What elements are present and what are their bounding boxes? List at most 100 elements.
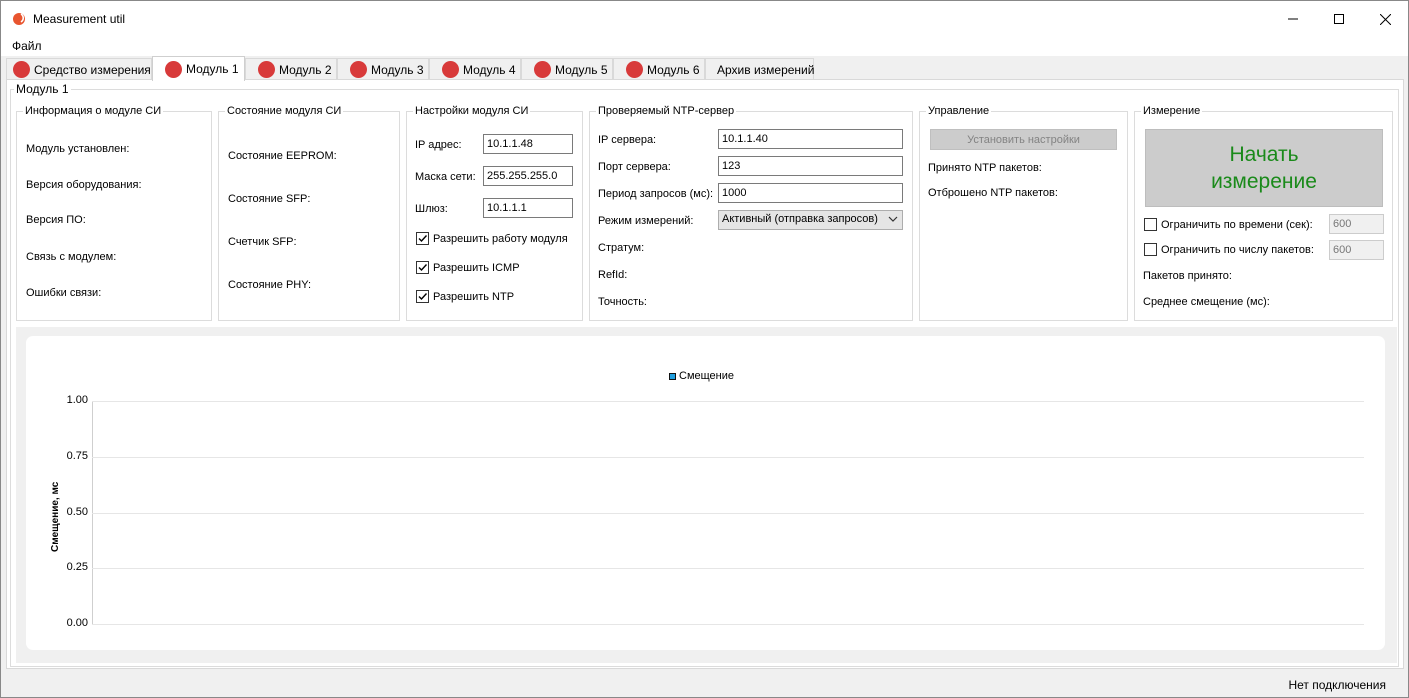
group-title: Управление bbox=[926, 105, 992, 117]
label-server-port: Порт сервера: bbox=[598, 161, 671, 173]
maximize-icon bbox=[1334, 14, 1344, 24]
enable-ntp-checkbox[interactable]: Разрешить NTP bbox=[416, 290, 514, 303]
y-tick-label: 1.00 bbox=[66, 394, 88, 406]
checkbox-label: Разрешить работу модуля bbox=[433, 232, 568, 245]
y-tick-label: 0.00 bbox=[66, 617, 88, 629]
group-control: Управление Установить настройки Принято … bbox=[919, 105, 1128, 321]
label-ntp-dropped: Отброшено NTP пакетов: bbox=[928, 187, 1058, 199]
apply-settings-button[interactable]: Установить настройки bbox=[930, 129, 1117, 150]
server-ip-input[interactable] bbox=[718, 129, 903, 149]
label-stratum: Стратум: bbox=[598, 242, 645, 254]
title-bar[interactable]: Measurement util bbox=[1, 1, 1408, 37]
label-server-ip: IP сервера: bbox=[598, 134, 657, 146]
chart-area: Смещение Смещение, мс 1.00 0.75 0.50 0.25 0.… bbox=[16, 327, 1397, 663]
netmask-input[interactable] bbox=[483, 166, 573, 186]
start-measurement-button[interactable]: Начать измерение bbox=[1145, 129, 1383, 207]
label-ip: IP адрес: bbox=[415, 139, 462, 151]
status-dot-icon bbox=[13, 61, 30, 78]
group-module-settings: Настройки модуля СИ IP адрес: Маска сети… bbox=[406, 105, 583, 321]
enable-module-checkbox[interactable]: Разрешить работу модуля bbox=[416, 232, 568, 245]
tab-measurement-archive[interactable]: Архив измерений bbox=[705, 58, 814, 80]
status-dot-icon bbox=[626, 61, 643, 78]
group-title: Состояние модуля СИ bbox=[225, 105, 344, 117]
checkbox-box[interactable] bbox=[1144, 218, 1157, 231]
app-logo-icon bbox=[13, 13, 25, 25]
label-mask: Маска сети: bbox=[415, 171, 476, 183]
gridline bbox=[92, 401, 1364, 402]
checkbox-box[interactable] bbox=[1144, 243, 1157, 256]
checkbox-box[interactable] bbox=[416, 232, 429, 245]
status-bar: Нет подключения bbox=[1, 672, 1408, 697]
tab-module-2[interactable]: Модуль 2 bbox=[245, 58, 337, 80]
limit-time-checkbox[interactable]: Ограничить по времени (сек): bbox=[1144, 218, 1313, 231]
tab-label: Модуль 4 bbox=[463, 62, 516, 77]
status-dot-icon bbox=[350, 61, 367, 78]
status-dot-icon bbox=[258, 61, 275, 78]
tab-label: Модуль 3 bbox=[371, 62, 424, 77]
tab-module-6[interactable]: Модуль 6 bbox=[613, 58, 705, 80]
status-dot-icon bbox=[534, 61, 551, 78]
checkbox-label: Разрешить NTP bbox=[433, 290, 515, 303]
label-refid: RefId: bbox=[598, 269, 628, 281]
gridline bbox=[92, 568, 1364, 570]
tab-module-5[interactable]: Модуль 5 bbox=[521, 58, 613, 80]
gridline bbox=[92, 624, 1364, 625]
status-dot-icon bbox=[442, 61, 459, 78]
request-period-input[interactable] bbox=[718, 183, 903, 203]
maximize-button[interactable] bbox=[1316, 1, 1362, 37]
tab-module-3[interactable]: Модуль 3 bbox=[337, 58, 429, 80]
label-installed: Модуль установлен: bbox=[26, 143, 130, 155]
legend-label: Смещение bbox=[679, 370, 735, 382]
label-hw-version: Версия оборудования: bbox=[26, 179, 142, 191]
enable-icmp-checkbox[interactable]: Разрешить ICMP bbox=[416, 261, 520, 274]
group-title: Проверяемый NTP-сервер bbox=[596, 105, 737, 117]
check-icon bbox=[418, 293, 428, 301]
connection-status: Нет подключения bbox=[1288, 678, 1386, 692]
label-request-period: Период запросов (мс): bbox=[598, 188, 714, 200]
group-module-state: Состояние модуля СИ Состояние EEPROM: Со… bbox=[218, 105, 400, 321]
group-title: Настройки модуля СИ bbox=[413, 105, 531, 117]
app-window: Measurement util Файл Средство измерения… bbox=[0, 0, 1409, 698]
checkbox-box[interactable] bbox=[416, 290, 429, 303]
chevron-down-icon bbox=[888, 216, 898, 222]
limit-packets-checkbox[interactable]: Ограничить по числу пакетов: bbox=[1144, 243, 1314, 256]
tab-module-1[interactable]: Модуль 1 bbox=[152, 56, 245, 81]
label-mode: Режим измерений: bbox=[598, 215, 694, 227]
label-errors: Ошибки связи: bbox=[26, 287, 102, 299]
tab-measuring-instrument[interactable]: Средство измерения bbox=[6, 58, 152, 80]
checkbox-box[interactable] bbox=[416, 261, 429, 274]
minimize-button[interactable] bbox=[1270, 1, 1316, 37]
status-dot-icon bbox=[165, 60, 182, 78]
menu-file[interactable]: Файл bbox=[12, 39, 42, 53]
y-tick-label: 0.50 bbox=[66, 505, 88, 518]
limit-packets-input[interactable] bbox=[1329, 240, 1384, 260]
mode-select-value: Активный (отправка запросов) bbox=[722, 213, 878, 225]
tab-module-4[interactable]: Модуль 4 bbox=[429, 58, 521, 80]
close-button[interactable] bbox=[1362, 1, 1408, 37]
ip-address-input[interactable] bbox=[483, 134, 573, 154]
checkbox-label: Ограничить по числу пакетов: bbox=[1161, 243, 1314, 256]
label-sfp-counter: Счетчик SFP: bbox=[228, 236, 297, 248]
limit-time-input[interactable] bbox=[1329, 214, 1384, 234]
gridline bbox=[92, 456, 1364, 458]
gateway-input[interactable] bbox=[483, 198, 573, 218]
group-ntp-server: Проверяемый NTP-сервер IP сервера: Порт … bbox=[589, 105, 913, 321]
tab-label: Модуль 2 bbox=[279, 62, 332, 77]
mode-select[interactable]: Активный (отправка запросов) bbox=[718, 210, 903, 230]
group-measurement: Измерение Начать измерение Ограничить по… bbox=[1134, 105, 1393, 321]
group-title: Измерение bbox=[1141, 105, 1203, 117]
label-link: Связь с модулем: bbox=[26, 251, 117, 263]
start-label-line2: измерение bbox=[1211, 170, 1317, 193]
server-port-input[interactable] bbox=[718, 156, 903, 176]
label-ntp-received: Принято NTP пакетов: bbox=[928, 162, 1042, 174]
window-title: Measurement util bbox=[33, 12, 126, 26]
tab-label: Архив измерений bbox=[717, 62, 815, 77]
label-packets-received: Пакетов принято: bbox=[1143, 270, 1232, 282]
checkbox-label: Разрешить ICMP bbox=[433, 261, 520, 274]
tab-bar: Средство измерения Модуль 1 Модуль 2 Мод… bbox=[1, 56, 1408, 81]
chart-legend: Смещение bbox=[669, 370, 734, 382]
module-title: Модуль 1 bbox=[14, 82, 71, 96]
y-tick-label: 0.25 bbox=[66, 561, 88, 574]
label-precision: Точность: bbox=[598, 296, 647, 308]
label-phy: Состояние PHY: bbox=[228, 279, 312, 291]
